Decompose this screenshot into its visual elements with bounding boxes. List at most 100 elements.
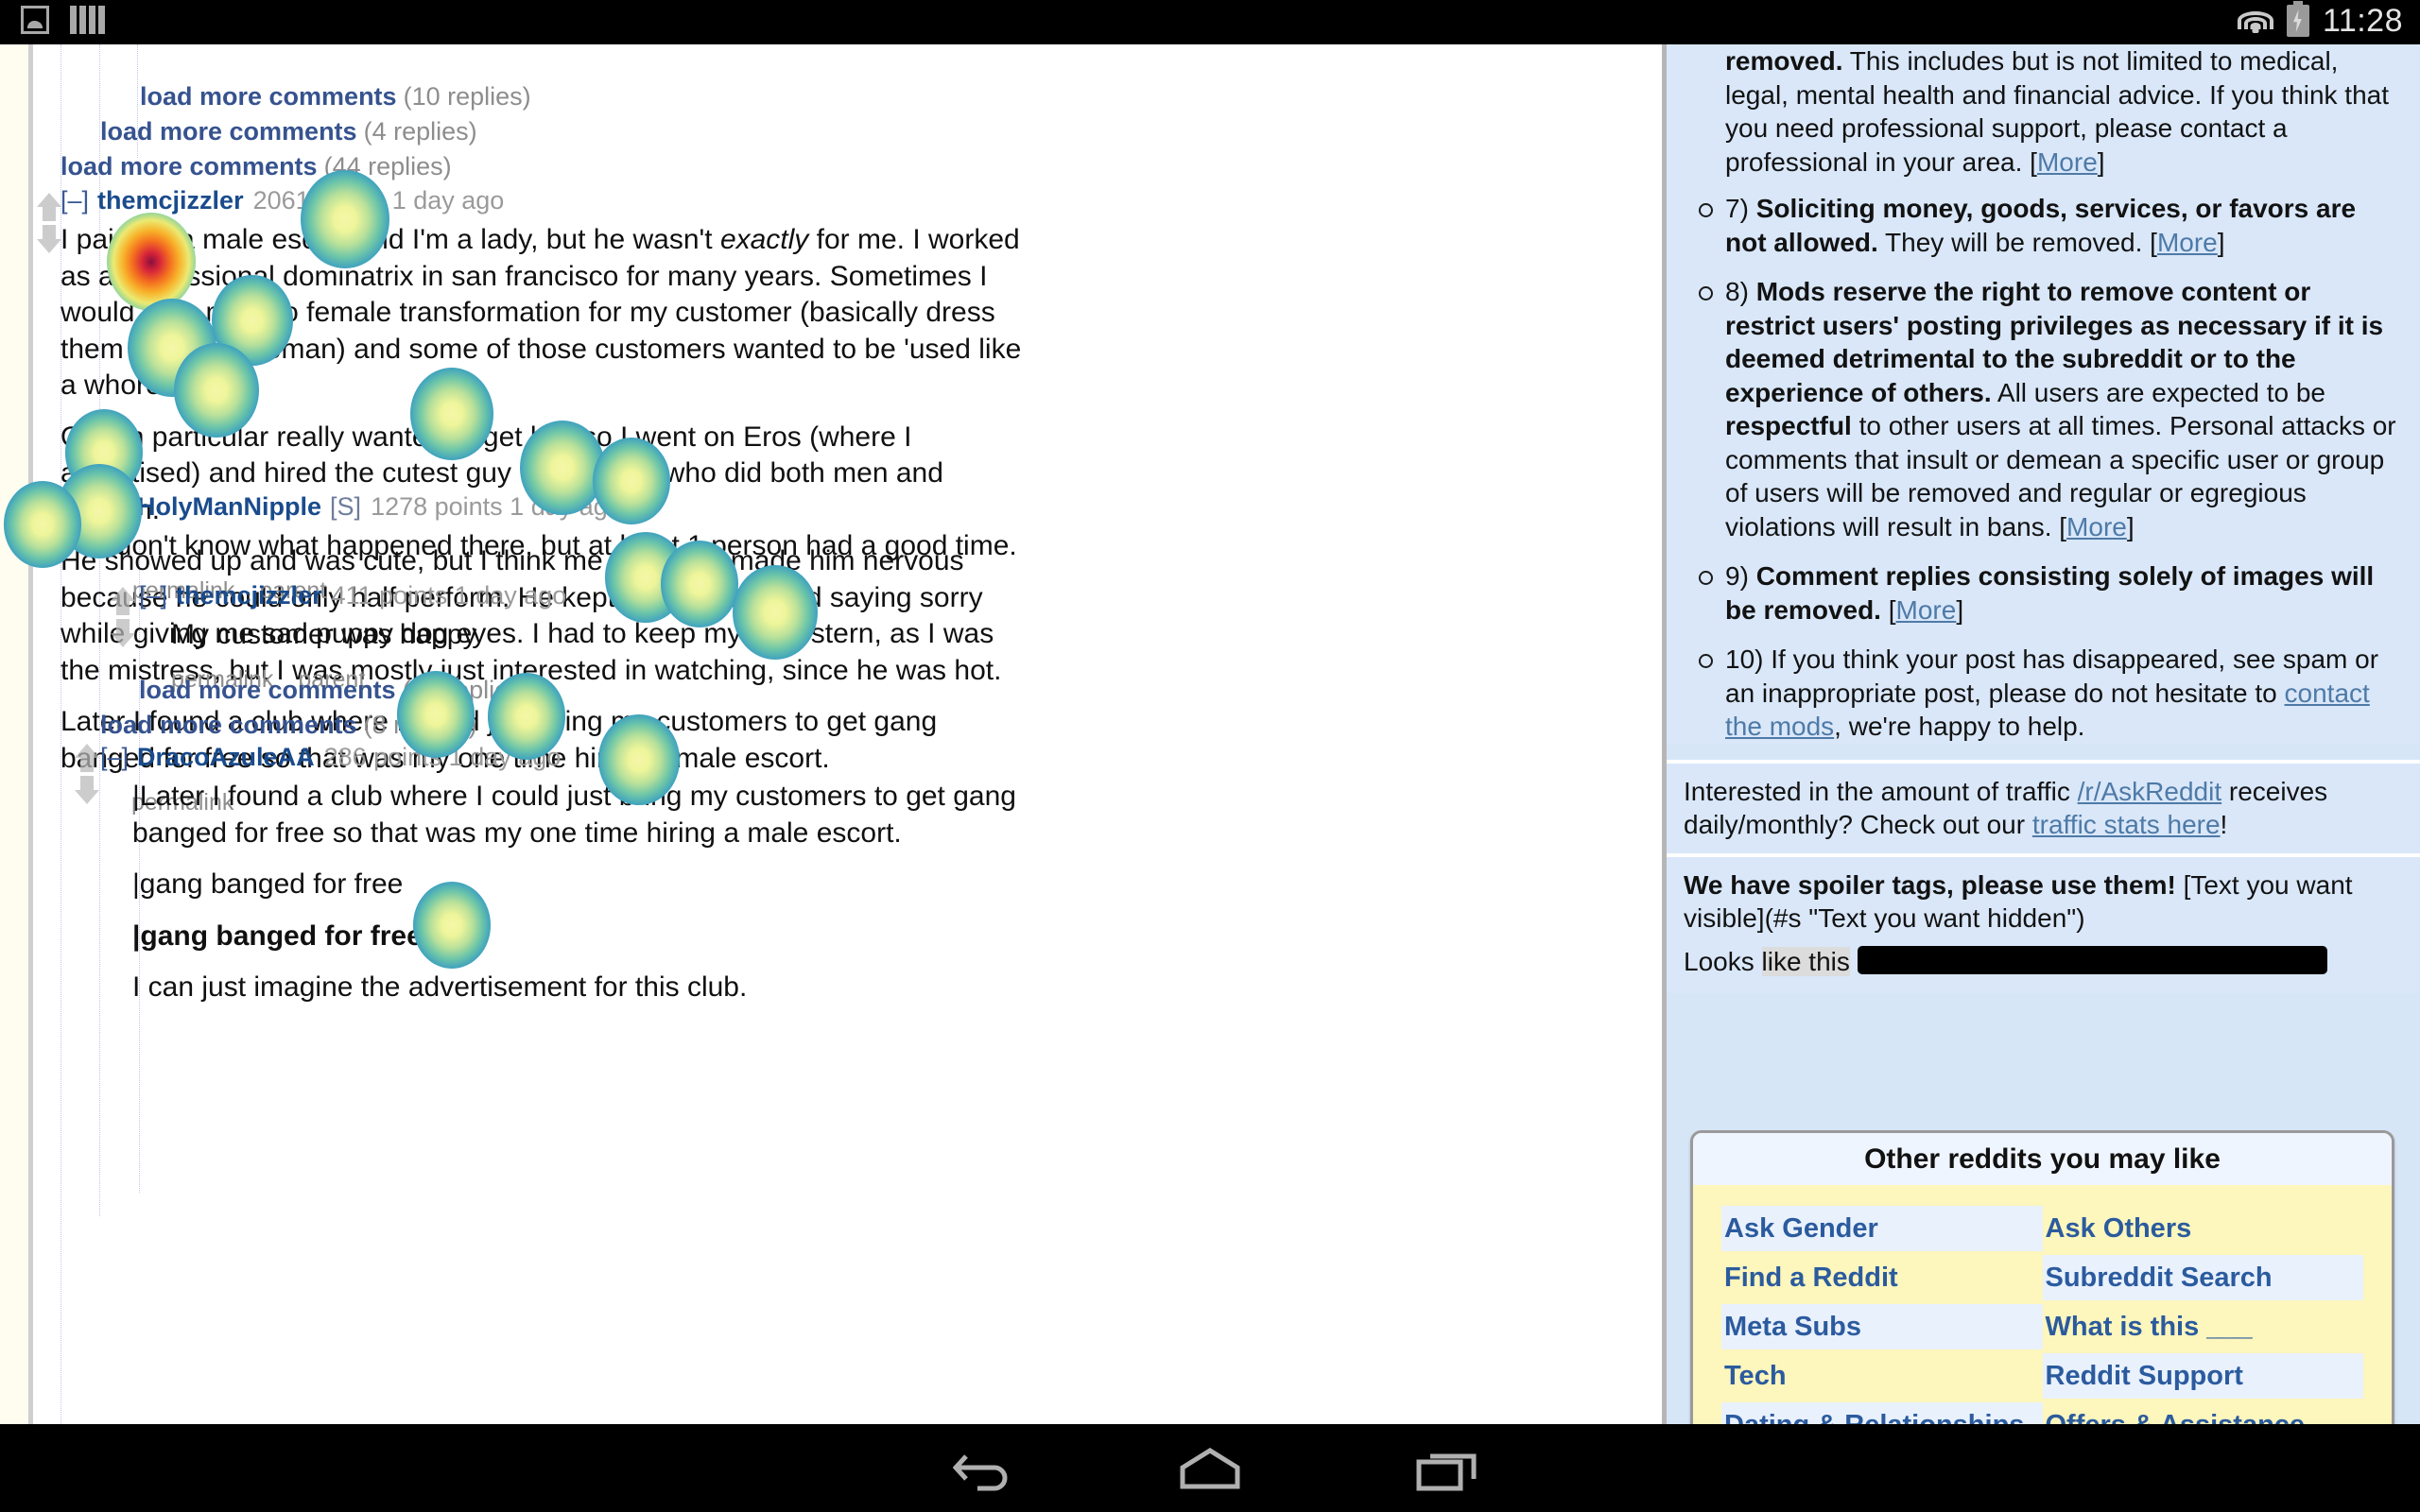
other-reddit-link-dating-relationships[interactable]: Dating & Relationships [1721, 1402, 2043, 1424]
android-screen: 11:28 load more comments (10 replies) loa… [0, 0, 2420, 1512]
load-more-comments-row[interactable]: load more comments (4 replies) [100, 117, 477, 146]
other-reddit-link-offers-assistance[interactable]: Offers & Assistance [2043, 1402, 2364, 1424]
collapse-toggle[interactable]: [–] [100, 743, 129, 771]
sidebar-rules-block: removed. This includes but is not limite… [1667, 44, 2420, 744]
other-reddit-link-ask-gender[interactable]: Ask Gender [1721, 1206, 2043, 1251]
comment-author[interactable]: themcjizzler [176, 581, 322, 610]
rule-close: ] [2217, 227, 2225, 257]
load-more-comments-link[interactable]: load more comments [60, 152, 318, 180]
back-icon[interactable] [952, 1447, 1015, 1492]
recent-apps-icon[interactable] [1415, 1447, 1481, 1492]
comment-paragraph: |Later I found a club where I could just… [132, 781, 1016, 849]
status-bar: 11:28 [0, 0, 2420, 44]
comment-author[interactable]: DracoAzuleAA [137, 743, 315, 771]
comment-meta: 1278 points 1 day ago [371, 492, 622, 521]
spoiler-bar[interactable] [1857, 945, 2327, 974]
load-more-comments-row[interactable]: load more comments (44 replies) [60, 152, 452, 181]
rule-number: 9) [1725, 561, 1749, 591]
rule-item: 8) Mods reserve the right to remove cont… [1684, 275, 2403, 543]
comment-meta: 2061 points 1 day ago [252, 186, 505, 215]
reply-count: (10 replies) [402, 676, 530, 704]
other-reddit-link-what-is-this[interactable]: What is this ___ [2043, 1304, 2364, 1349]
comment-meta: 286 points 1 day ago [323, 743, 562, 771]
comment-body: My customer was happy [171, 617, 1046, 654]
clock: 11:28 [2322, 3, 2403, 39]
traffic-text: Interested in the amount of traffic /r/A… [1684, 775, 2403, 842]
collapse-toggle[interactable]: [–] [139, 581, 167, 610]
status-bar-right-icons: 11:28 [2237, 1, 2403, 40]
wifi-icon [2237, 7, 2273, 35]
rule-number: 10) [1725, 644, 1764, 674]
load-more-comments-link[interactable]: load more comments [100, 117, 357, 146]
comment-author[interactable]: themcjizzler [97, 186, 244, 215]
downvote-icon[interactable] [107, 617, 139, 649]
reply-count: (4 replies) [363, 117, 477, 146]
rule-more-link[interactable]: More [2157, 228, 2218, 257]
comment-paragraph: I can just imagine the advertisement for… [132, 971, 748, 1003]
collapse-toggle[interactable]: [–] [100, 492, 129, 521]
other-reddit-link-reddit-support[interactable]: Reddit Support [2042, 1353, 2363, 1399]
comment-header: [–] themcjizzler 2061 points 1 day ago [60, 184, 1034, 216]
load-more-comments-link[interactable]: load more comments [140, 82, 397, 111]
rule-tail-close: ] [2097, 146, 2105, 177]
rule-rest-a: If you think your post has disappeared, … [1725, 644, 2379, 708]
submitter-flag: [S] [330, 492, 362, 521]
spoiler-example-prefix: Looks [1684, 946, 1762, 976]
rule-item: 9) Comment replies consisting solely of … [1684, 559, 2403, 627]
comment-header: [–] DracoAzuleAA 286 points 1 day ago [100, 741, 1046, 773]
status-bar-left-icons [21, 6, 105, 34]
rule-item: 10) If you think your post has disappear… [1684, 643, 2403, 744]
rule-bold: Comment replies consisting solely of ima… [1725, 561, 2375, 625]
askreddit-link[interactable]: /r/AskReddit [2078, 777, 2222, 806]
comment-author[interactable]: HolyManNipple [137, 492, 321, 521]
upvote-icon[interactable] [107, 585, 139, 617]
rule-more-link[interactable]: More [2037, 147, 2098, 177]
upvote-icon[interactable] [71, 742, 103, 774]
comment-paragraph: |gang banged for free [132, 919, 423, 952]
load-more-comments-link[interactable]: load more comments [100, 711, 357, 739]
load-more-comments-row[interactable]: load more comments (10 replies) [139, 676, 530, 705]
rule-bold-inline: respectful [1725, 411, 1852, 440]
comment-meta: 411 points 1 day ago [331, 581, 567, 610]
rule-rest-a: All users are expected to be [1991, 377, 2325, 407]
reply-count: (10 replies) [403, 82, 531, 111]
comment-paragraph: |gang banged for free [132, 868, 404, 900]
traffic-part1: Interested in the amount of traffic [1684, 776, 2078, 806]
collapse-toggle[interactable]: [–] [60, 186, 89, 215]
other-reddits-grid: Ask Gender Ask Others Find a Reddit Subr… [1693, 1185, 2392, 1424]
rule-number: 7) [1725, 194, 1749, 223]
comment-header: [–] HolyManNipple [S] 1278 points 1 day ago [100, 490, 1046, 523]
sidebar-rules-list: 7) Soliciting money, goods, services, or… [1684, 192, 2403, 744]
sidebar-spoiler-block: We have spoiler tags, please use them! [… [1667, 856, 2420, 993]
comments-column: load more comments (10 replies) load more… [33, 44, 1662, 1424]
other-reddit-link-subreddit-search[interactable]: Subreddit Search [2042, 1255, 2363, 1300]
traffic-part3: ! [2220, 810, 2228, 839]
other-reddit-link-ask-others[interactable]: Ask Others [2043, 1206, 2364, 1251]
sidebar-traffic-block: Interested in the amount of traffic /r/A… [1667, 763, 2420, 853]
comment: [–] DracoAzuleAA 286 points 1 day ago |Lat… [100, 741, 1046, 1022]
comment-header: [–] themcjizzler 411 points 1 day ago [139, 579, 1046, 611]
comment-paragraph: My customer was happy [171, 619, 477, 650]
page-left-gutter [0, 44, 28, 1424]
traffic-stats-link[interactable]: traffic stats here [2032, 810, 2221, 839]
spoiler-example: Looks like this [1684, 945, 2403, 979]
other-reddit-link-meta-subs[interactable]: Meta Subs [1721, 1304, 2043, 1349]
load-more-comments-link[interactable]: load more comments [139, 676, 396, 704]
home-icon[interactable] [1177, 1447, 1243, 1492]
spoiler-text: We have spoiler tags, please use them! [… [1684, 868, 2403, 936]
spoiler-example-highlight: like this [1761, 946, 1850, 976]
load-more-comments-row[interactable]: load more comments (8 replies) [100, 711, 477, 740]
rule-more-link[interactable]: More [2066, 512, 2127, 541]
image-icon [21, 6, 49, 34]
bars-icon [70, 6, 105, 34]
spoiler-bold: We have spoiler tags, please use them! [1684, 869, 2176, 900]
other-reddit-link-find-a-reddit[interactable]: Find a Reddit [1721, 1255, 2043, 1300]
comment-body: I don't know what happened there, but at… [100, 528, 1046, 565]
rule-item: 7) Soliciting money, goods, services, or… [1684, 192, 2403, 259]
downvote-icon[interactable] [71, 774, 103, 806]
other-reddit-link-tech[interactable]: Tech [1721, 1353, 2043, 1399]
rule-tail-text: removed. This includes but is not limite… [1684, 44, 2403, 179]
browser-viewport: load more comments (10 replies) load more… [0, 44, 2420, 1424]
rule-more-link[interactable]: More [1896, 595, 1957, 625]
load-more-comments-row[interactable]: load more comments (10 replies) [140, 82, 531, 112]
